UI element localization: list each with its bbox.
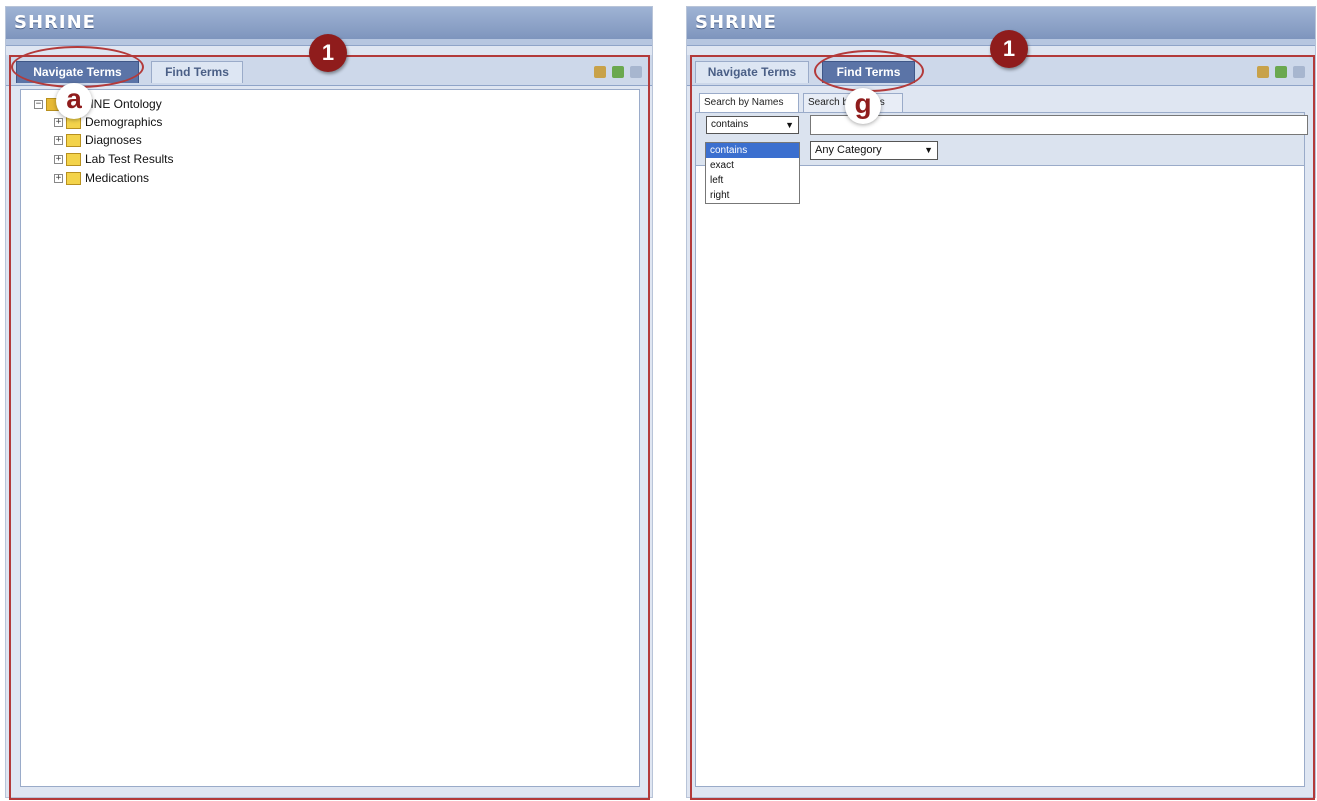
maximize-icon[interactable] [630, 66, 642, 78]
match-type-value: contains [711, 119, 749, 130]
subtab-search-by-names[interactable]: Search by Names [699, 93, 799, 113]
dropdown-arrow-icon: ▼ [785, 120, 794, 130]
tree-item-label: Diagnoses [85, 133, 142, 147]
tree-item-lab-test-results[interactable]: + Lab Test Results [54, 150, 174, 168]
dropdown-option-right[interactable]: right [706, 188, 799, 203]
app-title: SHRINE [14, 12, 96, 33]
collapse-icon[interactable]: − [34, 99, 43, 109]
expand-icon[interactable]: + [54, 154, 63, 164]
find-terms-panel: SHRINE Navigate Terms Find Terms Search … [686, 6, 1316, 798]
match-type-select[interactable]: contains ▼ [706, 116, 799, 134]
toolbar-icons [1257, 66, 1305, 78]
folder-icon [66, 133, 81, 147]
toolbar-icons [594, 66, 642, 78]
search-input[interactable] [810, 115, 1308, 135]
tree-item-medications[interactable]: + Medications [54, 169, 149, 187]
search-subtabs: Search by Names Search by Codes [695, 93, 1305, 113]
dropdown-option-left[interactable]: left [706, 173, 799, 188]
annotation-ring [814, 50, 924, 92]
tree-item-label: Lab Test Results [85, 152, 174, 166]
maximize-icon[interactable] [1293, 66, 1305, 78]
tree-item-label: Demographics [85, 115, 163, 129]
ontology-tree: − SHRINE Ontology + Demographics + Diagn… [20, 89, 640, 787]
folder-icon [66, 171, 81, 185]
tree-item-diagnoses[interactable]: + Diagnoses [54, 131, 142, 149]
folder-icon [66, 152, 81, 166]
step-badge: 1 [309, 34, 347, 72]
dropdown-option-exact[interactable]: exact [706, 158, 799, 173]
navigate-terms-panel: SHRINE Navigate Terms Find Terms − SHRIN… [5, 6, 653, 798]
dropdown-option-contains[interactable]: contains [706, 143, 799, 158]
options-icon[interactable] [594, 66, 606, 78]
category-select[interactable]: Any Category ▼ [810, 141, 938, 160]
callout-badge: a [56, 83, 92, 119]
expand-icon[interactable]: + [54, 135, 63, 145]
match-type-dropdown: contains exact left right [705, 142, 800, 204]
tab-find-terms[interactable]: Find Terms [151, 61, 243, 83]
expand-icon[interactable]: + [54, 117, 63, 127]
search-results [695, 165, 1305, 787]
expand-icon[interactable]: + [54, 173, 63, 183]
step-badge: 1 [990, 30, 1028, 68]
dropdown-arrow-icon: ▼ [924, 145, 933, 155]
tree-root[interactable]: − SHRINE Ontology [34, 95, 162, 113]
category-value: Any Category [815, 144, 882, 156]
tree-item-label: Medications [85, 171, 150, 185]
check-icon[interactable] [1275, 66, 1287, 78]
annotation-ring [11, 46, 144, 88]
callout-badge: g [845, 88, 881, 124]
options-icon[interactable] [1257, 66, 1269, 78]
check-icon[interactable] [612, 66, 624, 78]
app-title: SHRINE [695, 12, 777, 33]
tab-navigate-terms[interactable]: Navigate Terms [695, 61, 809, 83]
